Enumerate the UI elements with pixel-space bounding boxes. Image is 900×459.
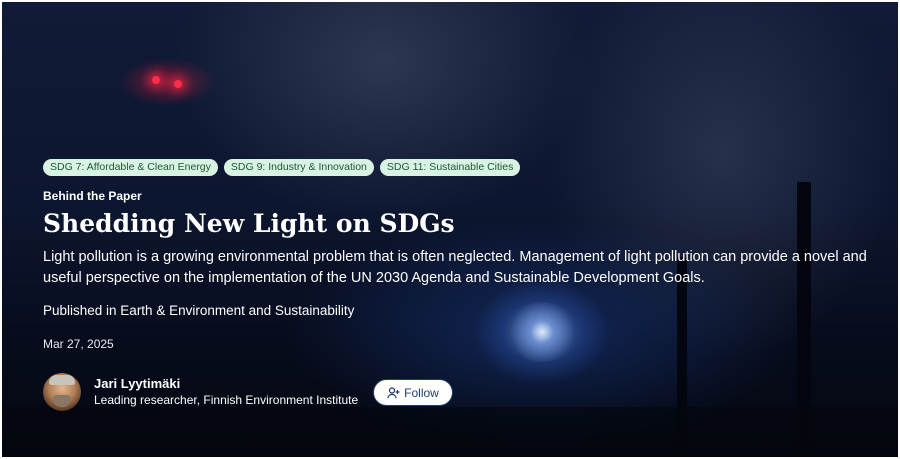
publish-date: Mar 27, 2025 xyxy=(43,337,114,351)
published-in: Published in Earth & Environment and Sus… xyxy=(43,303,355,318)
author-info: Jari Lyytimäki Leading researcher, Finni… xyxy=(94,375,358,409)
ground-silhouette xyxy=(2,407,898,457)
red-light xyxy=(174,80,182,88)
author-name[interactable]: Jari Lyytimäki xyxy=(94,375,358,392)
author-block: Jari Lyytimäki Leading researcher, Finni… xyxy=(43,373,358,411)
tag-sdg9[interactable]: SDG 9: Industry & Innovation xyxy=(223,159,374,176)
red-light xyxy=(152,76,160,84)
add-user-icon xyxy=(387,386,400,399)
hero-banner: SDG 7: Affordable & Clean Energy SDG 9: … xyxy=(2,2,898,457)
article-description: Light pollution is a growing environment… xyxy=(43,249,867,286)
tag-sdg11[interactable]: SDG 11: Sustainable Cities xyxy=(379,159,521,176)
tag-list: SDG 7: Affordable & Clean Energy SDG 9: … xyxy=(43,159,521,176)
tag-sdg7[interactable]: SDG 7: Affordable & Clean Energy xyxy=(43,159,218,176)
follow-button[interactable]: Follow xyxy=(373,379,453,406)
article-kicker: Behind the Paper xyxy=(43,189,142,203)
page-title: Shedding New Light on SDGs xyxy=(43,209,455,238)
avatar[interactable] xyxy=(43,373,81,411)
light-glare xyxy=(507,302,577,362)
author-role: Leading researcher, Finnish Environment … xyxy=(94,393,359,407)
follow-label: Follow xyxy=(404,385,439,400)
